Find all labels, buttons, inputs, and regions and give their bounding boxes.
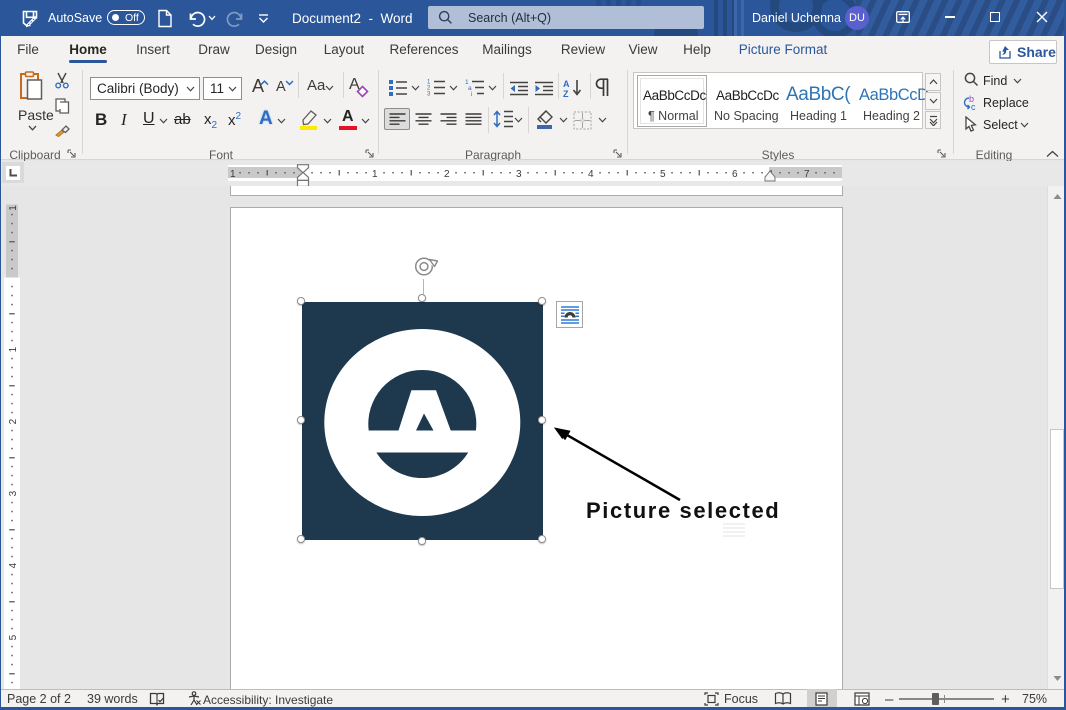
- svg-text:6: 6: [732, 169, 738, 180]
- svg-text:2: 2: [8, 418, 19, 424]
- svg-text:2: 2: [444, 169, 450, 180]
- svg-text:3: 3: [516, 169, 522, 180]
- svg-text:3: 3: [427, 92, 431, 98]
- svg-text:4: 4: [8, 562, 19, 568]
- svg-text:5: 5: [8, 634, 19, 640]
- svg-text:1: 1: [8, 205, 19, 211]
- svg-text:4: 4: [588, 169, 594, 180]
- svg-text:A: A: [563, 79, 570, 89]
- svg-text:3: 3: [8, 490, 19, 496]
- svg-text:c: c: [971, 102, 976, 111]
- svg-text:5: 5: [660, 169, 666, 180]
- svg-text:Z: Z: [563, 89, 569, 98]
- svg-text:1: 1: [372, 169, 378, 180]
- svg-text:i: i: [471, 91, 472, 97]
- svg-text:7: 7: [804, 169, 810, 180]
- svg-text:1: 1: [230, 169, 236, 180]
- svg-text:1: 1: [8, 346, 19, 352]
